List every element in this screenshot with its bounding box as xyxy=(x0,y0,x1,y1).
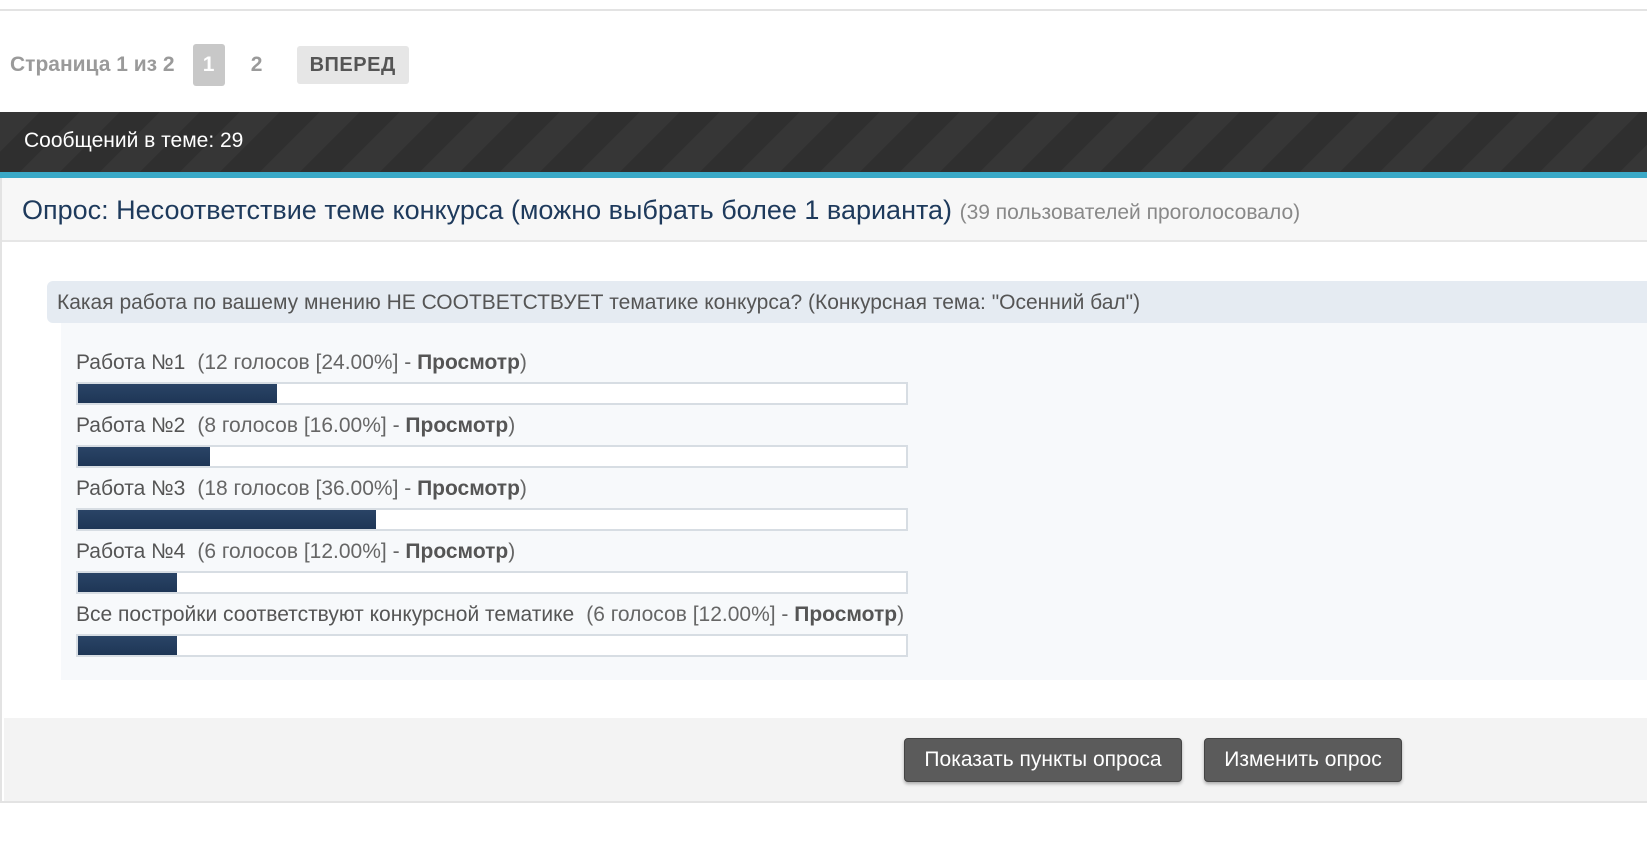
view-voters-link[interactable]: Просмотр xyxy=(405,414,508,437)
result-bar-track xyxy=(76,382,908,405)
option-label: Работа №1 (12 голосов [24.00%] - Просмотр… xyxy=(76,351,908,379)
option-name: Работа №3 xyxy=(76,477,186,500)
result-bar-track xyxy=(76,571,908,594)
option-stats-close: ) xyxy=(897,603,905,626)
edit-poll-button[interactable]: Изменить опрос xyxy=(1204,738,1402,782)
option-name: Работа №1 xyxy=(76,351,186,374)
result-bar-fill xyxy=(78,384,277,403)
poll-header: Опрос: Несоответствие теме конкурса (мож… xyxy=(2,178,1647,242)
poll-question-text: Какая работа по вашему мнению НЕ СООТВЕТ… xyxy=(57,291,1141,314)
option-stats: (8 голосов [16.00%] - Просмотр) xyxy=(197,414,515,437)
poll-voters-count: (39 пользователей проголосовало) xyxy=(959,201,1301,224)
page-1-button[interactable]: 1 xyxy=(192,44,225,86)
page-info: Страница 1 из 2 xyxy=(10,53,175,76)
next-page-button[interactable]: ВПЕРЕД xyxy=(296,46,409,84)
poll-option: Работа №3 (18 голосов [36.00%] - Просмотр… xyxy=(76,477,908,531)
option-label: Все постройки соответствуют конкурсной т… xyxy=(76,603,908,631)
option-votes: (18 голосов [36.00%] - xyxy=(197,477,418,500)
view-voters-link[interactable]: Просмотр xyxy=(794,603,897,626)
option-stats-close: ) xyxy=(519,477,527,500)
view-voters-link[interactable]: Просмотр xyxy=(405,540,508,563)
option-votes: (12 голосов [24.00%] - xyxy=(197,351,418,374)
option-stats: (6 голосов [12.00%] - Просмотр) xyxy=(197,540,515,563)
poll-option: Работа №2 (8 голосов [16.00%] - Просмотр) xyxy=(76,414,908,468)
result-bar-fill xyxy=(78,447,211,466)
messages-count: Сообщений в теме: 29 xyxy=(24,129,244,152)
poll-option: Работа №4 (6 голосов [12.00%] - Просмотр) xyxy=(76,540,908,594)
poll-options: Работа №1 (12 голосов [24.00%] - Просмотр… xyxy=(61,323,1647,680)
show-poll-options-button[interactable]: Показать пункты опроса xyxy=(904,738,1182,782)
option-votes: (6 голосов [12.00%] - xyxy=(197,540,406,563)
page-2-button[interactable]: 2 xyxy=(241,44,273,86)
poll-title-text: Опрос: Несоответствие теме конкурса (мож… xyxy=(22,195,953,225)
option-name: Работа №2 xyxy=(76,414,186,437)
result-bar-track xyxy=(76,445,908,468)
result-bar-fill xyxy=(78,636,178,655)
thread-header-bar: Сообщений в теме: 29 xyxy=(0,112,1647,178)
option-stats-close: ) xyxy=(519,351,527,374)
option-stats-close: ) xyxy=(508,540,516,563)
option-votes: (6 голосов [12.00%] - xyxy=(586,603,795,626)
poll-question: Какая работа по вашему мнению НЕ СООТВЕТ… xyxy=(47,281,1647,323)
result-bar-fill xyxy=(78,573,178,592)
view-voters-link[interactable]: Просмотр xyxy=(417,477,520,500)
option-label: Работа №3 (18 голосов [36.00%] - Просмотр… xyxy=(76,477,908,505)
option-label: Работа №4 (6 голосов [12.00%] - Просмотр) xyxy=(76,540,908,568)
pagination: Страница 1 из 2 1 2 ВПЕРЕД xyxy=(10,44,409,86)
option-name: Все постройки соответствуют конкурсной т… xyxy=(76,603,575,626)
top-divider xyxy=(0,0,1647,11)
option-stats: (6 голосов [12.00%] - Просмотр) xyxy=(586,603,904,626)
option-votes: (8 голосов [16.00%] - xyxy=(197,414,406,437)
poll-container: Опрос: Несоответствие теме конкурса (мож… xyxy=(0,178,1647,803)
poll-option: Все постройки соответствуют конкурсной т… xyxy=(76,603,908,657)
poll-footer: Показать пункты опроса Изменить опрос xyxy=(4,718,1647,801)
option-label: Работа №2 (8 голосов [16.00%] - Просмотр) xyxy=(76,414,908,442)
result-bar-track xyxy=(76,508,908,531)
result-bar-fill xyxy=(78,510,377,529)
option-stats: (18 голосов [36.00%] - Просмотр) xyxy=(197,477,527,500)
poll-title: Опрос: Несоответствие теме конкурса (мож… xyxy=(22,195,1300,226)
result-bar-track xyxy=(76,634,908,657)
option-stats: (12 голосов [24.00%] - Просмотр) xyxy=(197,351,527,374)
poll-option: Работа №1 (12 голосов [24.00%] - Просмотр… xyxy=(76,351,908,405)
view-voters-link[interactable]: Просмотр xyxy=(417,351,520,374)
option-name: Работа №4 xyxy=(76,540,186,563)
option-stats-close: ) xyxy=(508,414,516,437)
